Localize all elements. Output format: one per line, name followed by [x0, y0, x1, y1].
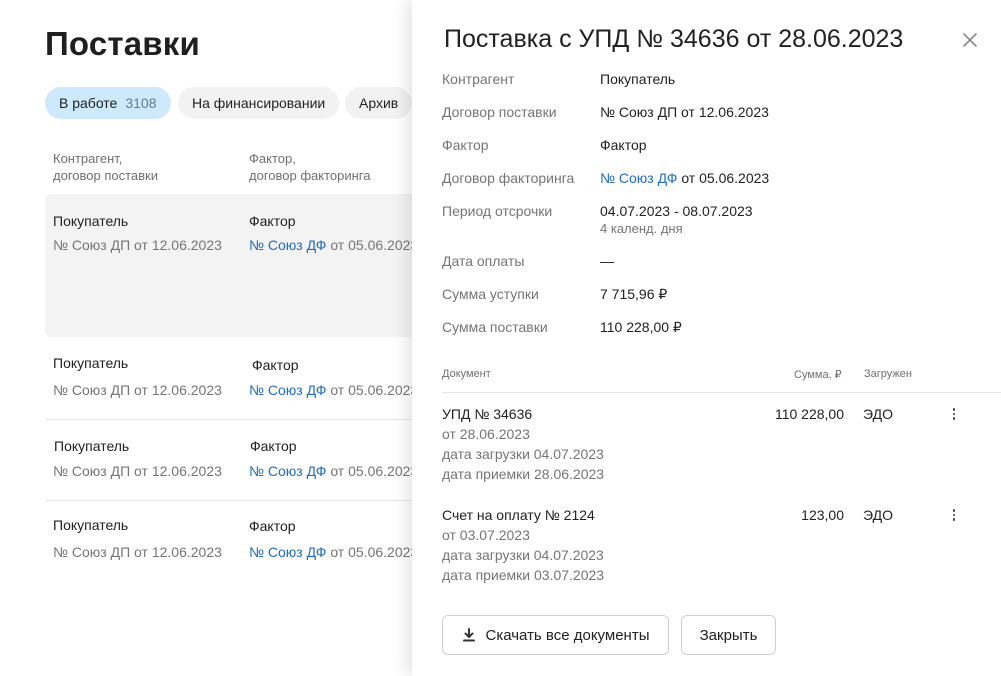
row-supply-contract: № Союз ДП от 12.06.2023	[53, 463, 222, 479]
documents-header-sum: Сумма, ₽	[794, 369, 842, 381]
field-value-counterparty: Покупатель	[600, 71, 676, 87]
field-value-deferral: 04.07.2023 - 08.07.2023	[600, 203, 753, 219]
drawer-title: Поставка с УПД № 34636 от 28.06.2023	[444, 25, 904, 53]
download-all-label: Скачать все документы	[485, 626, 650, 644]
column-header-line: договор поставки	[53, 168, 158, 183]
close-button-label: Закрыть	[699, 626, 758, 644]
column-header-counterparty: Контрагент, договор поставки	[53, 150, 158, 184]
field-label-factoring-contract: Договор факторинга	[442, 170, 575, 186]
field-label-payment-date: Дата оплаты	[442, 253, 525, 269]
download-all-button[interactable]: Скачать все документы	[442, 615, 669, 655]
document-date: от 28.06.2023	[442, 426, 530, 442]
field-value-factor: Фактор	[600, 137, 647, 153]
tab-label: Архив	[359, 95, 399, 111]
field-label-supply-contract: Договор поставки	[442, 104, 557, 120]
row-supply-contract: № Союз ДП от 12.06.2023	[53, 544, 222, 560]
tab-in-work[interactable]: В работе 3108	[45, 87, 171, 119]
document-upload-date: дата загрузки 04.07.2023	[442, 446, 604, 462]
page-title: Поставки	[45, 25, 200, 62]
document-title: Счет на оплату № 2124	[442, 507, 595, 523]
field-value-supply-contract: № Союз ДП от 12.06.2023	[600, 104, 769, 120]
field-value-factoring-contract: № Союз ДФ от 05.06.2023	[600, 170, 769, 186]
row-counterparty: Покупатель	[54, 438, 130, 454]
document-title: УПД № 34636	[442, 406, 533, 422]
factoring-contract-link[interactable]: № Союз ДФ	[249, 237, 326, 253]
row-factor: Фактор	[252, 357, 299, 373]
row-supply-contract: № Союз ДП от 12.06.2023	[53, 382, 222, 398]
close-icon[interactable]	[960, 30, 980, 50]
column-header-line: Фактор,	[249, 151, 296, 166]
document-source: ЭДО	[863, 406, 893, 422]
field-label-assignment-sum: Сумма уступки	[442, 286, 539, 302]
more-vertical-icon[interactable]	[948, 507, 960, 523]
tab-archive[interactable]: Архив	[345, 87, 413, 119]
field-label-factor: Фактор	[442, 137, 489, 153]
download-icon	[462, 628, 475, 642]
factoring-contract-link[interactable]: № Союз ДФ	[249, 544, 326, 560]
more-vertical-icon[interactable]	[948, 406, 960, 422]
row-divider	[45, 419, 425, 420]
field-value-deferral-days: 4 календ. дня	[600, 221, 683, 236]
document-source: ЭДО	[863, 507, 893, 523]
factoring-contract-date: от 05.06.2023	[677, 170, 770, 186]
supply-details-drawer: Поставка с УПД № 34636 от 28.06.2023 Кон…	[412, 0, 1001, 676]
tab-count: 3108	[125, 95, 157, 111]
row-supply-contract: № Союз ДП от 12.06.2023	[53, 237, 222, 253]
column-header-line: договор факторинга	[249, 168, 371, 183]
column-header-factor: Фактор, договор факторинга	[249, 150, 371, 184]
factoring-contract-date: от 05.06.2023	[326, 237, 419, 253]
factoring-contract-date: от 05.06.2023	[326, 382, 419, 398]
tab-label: На финансировании	[192, 95, 326, 111]
column-header-line: Контрагент,	[53, 151, 123, 166]
row-counterparty: Покупатель	[53, 517, 129, 533]
tab-label: В работе	[59, 95, 118, 111]
document-accept-date: дата приемки 03.07.2023	[442, 567, 605, 583]
factoring-contract-link[interactable]: № Союз ДФ	[249, 463, 326, 479]
row-factor: Фактор	[250, 438, 297, 454]
row-factoring-contract: № Союз ДФ от 05.06.2023	[249, 544, 418, 560]
documents-header-uploaded: Загружен	[864, 368, 912, 380]
close-button[interactable]: Закрыть	[681, 615, 776, 655]
document-upload-date: дата загрузки 04.07.2023	[442, 547, 604, 563]
document-accept-date: дата приемки 28.06.2023	[442, 466, 605, 482]
tab-financing[interactable]: На финансировании	[178, 87, 340, 119]
field-label-counterparty: Контрагент	[442, 71, 515, 87]
factoring-contract-date: от 05.06.2023	[326, 463, 419, 479]
field-value-payment-date: —	[600, 253, 614, 269]
row-factor: Фактор	[249, 213, 296, 229]
row-factoring-contract: № Союз ДФ от 05.06.2023	[249, 382, 418, 398]
row-factor: Фактор	[249, 518, 296, 534]
row-factoring-contract: № Союз ДФ от 05.06.2023	[249, 237, 418, 253]
field-value-supply-sum: 110 228,00 ₽	[600, 319, 682, 335]
factoring-contract-date: от 05.06.2023	[326, 544, 419, 560]
row-divider	[45, 500, 425, 501]
row-factoring-contract: № Союз ДФ от 05.06.2023	[249, 463, 418, 479]
factoring-contract-link[interactable]: № Союз ДФ	[249, 382, 326, 398]
documents-header-divider	[442, 392, 1001, 393]
factoring-contract-link[interactable]: № Союз ДФ	[600, 170, 677, 186]
field-value-assignment-sum: 7 715,96 ₽	[600, 286, 668, 302]
row-counterparty: Покупатель	[53, 355, 129, 371]
document-sum: 123,00	[801, 507, 844, 523]
documents-header-document: Документ	[442, 368, 491, 380]
document-date: от 03.07.2023	[442, 527, 530, 543]
field-label-deferral: Период отсрочки	[442, 203, 553, 219]
document-sum: 110 228,00	[774, 406, 844, 422]
field-label-supply-sum: Сумма поставки	[442, 319, 548, 335]
row-counterparty: Покупатель	[53, 213, 129, 229]
